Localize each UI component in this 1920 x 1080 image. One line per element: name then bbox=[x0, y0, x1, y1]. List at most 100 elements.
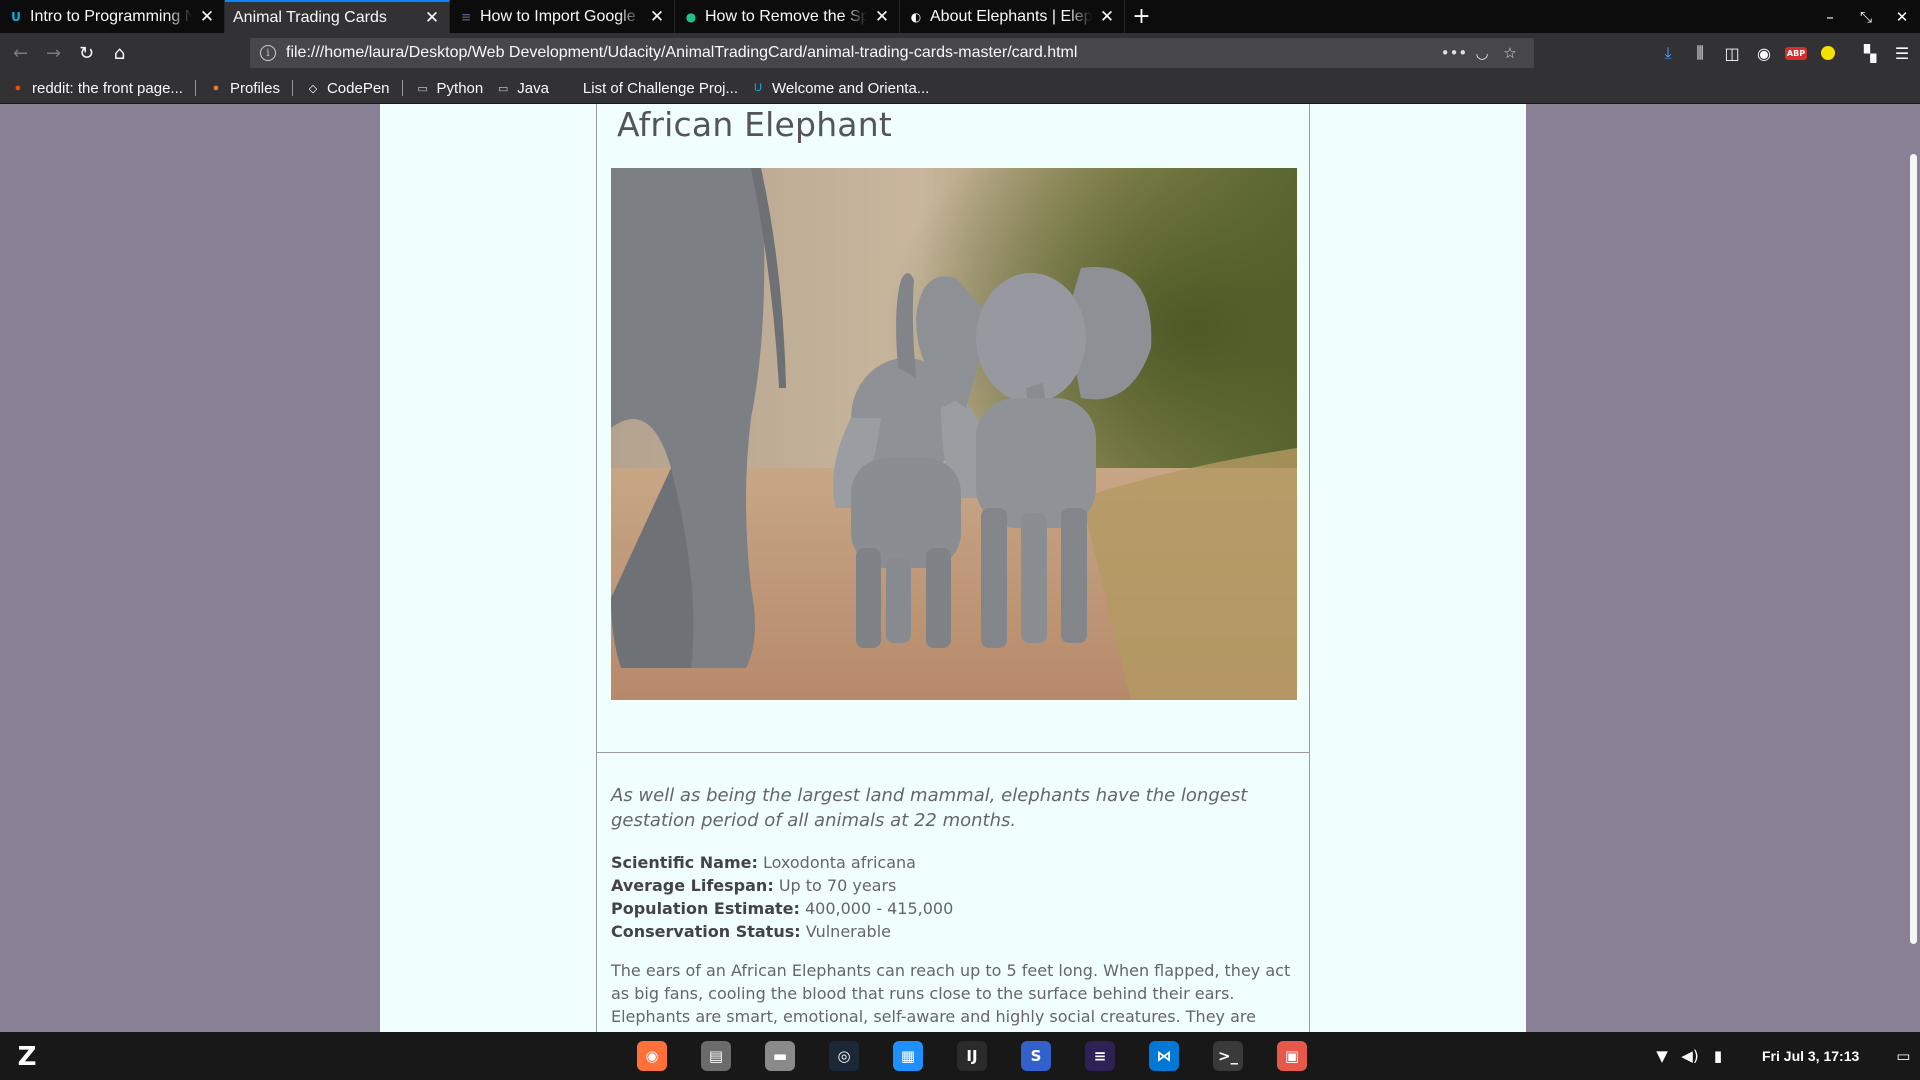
pocket-icon[interactable]: ◡ bbox=[1468, 41, 1496, 65]
close-tab-icon[interactable]: ✕ bbox=[873, 7, 891, 27]
stat-label: Population Estimate: bbox=[611, 899, 800, 918]
downloads-icon[interactable]: ⤓ bbox=[1652, 37, 1684, 69]
tab-title: How to Remove the Spa bbox=[705, 7, 867, 25]
tab-title: Animal Trading Cards bbox=[233, 8, 387, 26]
reload-button[interactable]: ↻ bbox=[70, 37, 103, 69]
terminal-app[interactable]: >_ bbox=[1196, 1032, 1260, 1080]
bookmark-label: reddit: the front page... bbox=[32, 79, 183, 97]
stat-value: Vulnerable bbox=[805, 922, 891, 941]
extensions-icon[interactable]: ▚ bbox=[1854, 37, 1886, 69]
close-tab-icon[interactable]: ✕ bbox=[423, 8, 441, 28]
close-tab-icon[interactable]: ✕ bbox=[198, 7, 216, 27]
tab-strip: U Intro to Programming N ✕ Animal Trading C… bbox=[0, 0, 1920, 33]
store-app[interactable]: ▦ bbox=[876, 1032, 940, 1080]
files-app[interactable]: ▬ bbox=[748, 1032, 812, 1080]
tab-4[interactable]: ◐ About Elephants | Eleph ✕ bbox=[900, 0, 1125, 33]
folder-icon: ▭ bbox=[498, 82, 509, 95]
clock[interactable]: Fri Jul 3, 17:13 bbox=[1762, 1048, 1859, 1064]
sidebar-icon[interactable]: ◫ bbox=[1716, 37, 1748, 69]
description: The ears of an African Elephants can rea… bbox=[611, 961, 1291, 1032]
menu-icon[interactable]: ☰ bbox=[1886, 37, 1918, 69]
extension-icon[interactable] bbox=[1812, 37, 1844, 69]
folder-icon: ▭ bbox=[417, 82, 428, 95]
reddit-icon: ● bbox=[14, 82, 22, 94]
files-icon: ▬ bbox=[765, 1041, 795, 1071]
minimize-button[interactable]: – bbox=[1812, 0, 1848, 33]
bookmark-label: Welcome and Orienta... bbox=[772, 79, 930, 97]
store-icon: ▦ bbox=[893, 1041, 923, 1071]
udacity-icon: U bbox=[11, 9, 21, 24]
stat-label: Scientific Name: bbox=[611, 853, 758, 872]
back-button[interactable]: ← bbox=[4, 37, 37, 69]
globe-icon: ◐ bbox=[910, 9, 922, 24]
scrollbar-thumb[interactable] bbox=[1910, 154, 1917, 944]
elephant-photo bbox=[611, 168, 1297, 700]
url-text[interactable]: file:///home/laura/Desktop/Web Developme… bbox=[286, 44, 1440, 62]
url-bar[interactable]: i file:///home/laura/Desktop/Web Develop… bbox=[250, 38, 1534, 68]
card-header-box: African Elephant bbox=[596, 104, 1310, 836]
bookmark-label: Java bbox=[517, 79, 549, 97]
simplenote-app[interactable]: S bbox=[1004, 1032, 1068, 1080]
screenshot-app[interactable]: ▣ bbox=[1260, 1032, 1324, 1080]
archive-icon: ▤ bbox=[701, 1041, 731, 1071]
bookmark-item[interactable]: ● Profiles bbox=[208, 80, 280, 97]
steam-app[interactable]: ◎ bbox=[812, 1032, 876, 1080]
bookmark-separator bbox=[194, 80, 196, 96]
animal-name: African Elephant bbox=[617, 105, 892, 144]
firefox-app[interactable]: ◉ bbox=[620, 1032, 684, 1080]
card-info-box: As well as being the largest land mammal… bbox=[596, 752, 1310, 1032]
bookmarks-toolbar: ● reddit: the front page... ● Profiles ◇ Code… bbox=[0, 73, 1920, 104]
page-scrollbar[interactable] bbox=[1907, 104, 1920, 1032]
tab-title: About Elephants | Eleph bbox=[930, 7, 1092, 25]
library-icon[interactable]: ⫼ bbox=[1684, 37, 1716, 69]
start-menu-icon[interactable]: Z bbox=[10, 1040, 44, 1074]
terminal-icon: >_ bbox=[1213, 1041, 1243, 1071]
close-tab-icon[interactable]: ✕ bbox=[1098, 7, 1116, 27]
close-tab-icon[interactable]: ✕ bbox=[648, 7, 666, 27]
vscode-icon: ⋈ bbox=[1149, 1041, 1179, 1071]
bookmark-item[interactable]: ◇ CodePen bbox=[305, 80, 390, 97]
archive-app[interactable]: ▤ bbox=[684, 1032, 748, 1080]
tab-title: How to Import Google F bbox=[480, 7, 642, 25]
blank-page-icon bbox=[561, 80, 577, 96]
stat-value: 400,000 - 415,000 bbox=[804, 899, 954, 918]
tab-2[interactable]: ≡ How to Import Google F ✕ bbox=[450, 0, 675, 33]
page-actions-icon[interactable]: ••• bbox=[1440, 41, 1468, 65]
close-window-button[interactable]: ✕ bbox=[1884, 0, 1920, 33]
tab-1[interactable]: Animal Trading Cards ✕ bbox=[225, 0, 450, 33]
vscode-app[interactable]: ⋈ bbox=[1132, 1032, 1196, 1080]
bookmark-separator bbox=[291, 80, 293, 96]
navigation-bar: ← → ↻ ⌂ i file:///home/laura/Desktop/Web… bbox=[0, 33, 1920, 73]
bookmark-item[interactable]: ● reddit: the front page... bbox=[10, 80, 183, 97]
restore-button[interactable]: ⤡ bbox=[1848, 0, 1884, 33]
stat-value: Loxodonta africana bbox=[762, 853, 916, 872]
udacity-icon: U bbox=[754, 82, 762, 94]
wifi-icon[interactable]: ▼ bbox=[1648, 1042, 1676, 1070]
bookmark-item[interactable]: U Welcome and Orienta... bbox=[750, 80, 929, 97]
intellij-app[interactable]: IJ bbox=[940, 1032, 1004, 1080]
shield-icon: ● bbox=[685, 9, 697, 24]
tab-3[interactable]: ● How to Remove the Spa ✕ bbox=[675, 0, 900, 33]
bookmark-item[interactable]: ▭ Python bbox=[415, 80, 483, 97]
new-tab-button[interactable]: + bbox=[1125, 0, 1158, 33]
battery-icon[interactable]: ▮ bbox=[1704, 1042, 1732, 1070]
show-desktop-icon[interactable]: ▭ bbox=[1889, 1042, 1917, 1070]
taskbar: Z ◉ ▤ ▬ ◎ ▦ IJ S ≡ ⋈ >_ ▣ ▼ ◀) ▮ Fri Jul 3, 17:13 … bbox=[0, 1032, 1920, 1080]
volume-icon[interactable]: ◀) bbox=[1676, 1042, 1704, 1070]
taskbar-apps: ◉ ▤ ▬ ◎ ▦ IJ S ≡ ⋈ >_ ▣ bbox=[620, 1032, 1324, 1080]
bookmark-item[interactable]: List of Challenge Proj... bbox=[561, 80, 738, 97]
home-button[interactable]: ⌂ bbox=[103, 37, 136, 69]
eclipse-app[interactable]: ≡ bbox=[1068, 1032, 1132, 1080]
tab-0[interactable]: U Intro to Programming N ✕ bbox=[0, 0, 225, 33]
tab-title: Intro to Programming N bbox=[30, 7, 192, 25]
adblock-icon[interactable]: ABP bbox=[1780, 37, 1812, 69]
stat-label: Average Lifespan: bbox=[611, 876, 774, 895]
bookmark-item[interactable]: ▭ Java bbox=[495, 80, 549, 97]
bookmark-star-icon[interactable]: ☆ bbox=[1496, 41, 1524, 65]
account-icon[interactable]: ◉ bbox=[1748, 37, 1780, 69]
steam-icon: ◎ bbox=[829, 1041, 859, 1071]
forward-button[interactable]: → bbox=[37, 37, 70, 69]
page-viewport: African Elephant As well as being the la… bbox=[0, 104, 1920, 1032]
simplenote-icon: S bbox=[1021, 1041, 1051, 1071]
info-icon[interactable]: i bbox=[260, 45, 276, 61]
